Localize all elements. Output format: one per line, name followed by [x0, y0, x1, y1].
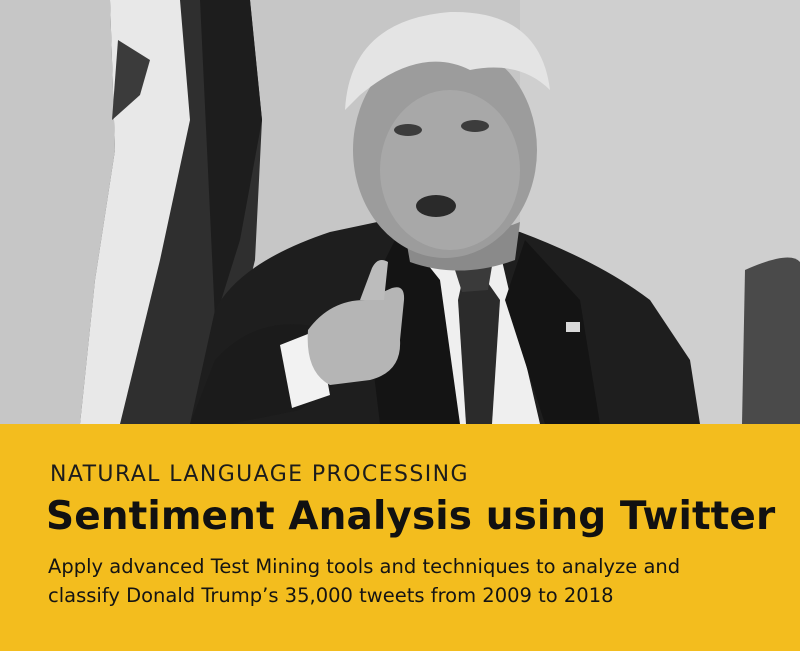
title-banner: NATURAL LANGUAGE PROCESSING Sentiment An… — [0, 424, 800, 651]
category-label: NATURAL LANGUAGE PROCESSING — [50, 462, 469, 487]
hero-photo — [0, 0, 800, 424]
course-card[interactable]: NATURAL LANGUAGE PROCESSING Sentiment An… — [0, 0, 800, 651]
description-line: classify Donald Trump’s 35,000 tweets fr… — [48, 584, 614, 607]
description-line: Apply advanced Test Mining tools and tec… — [48, 555, 681, 578]
course-title[interactable]: Sentiment Analysis using Twitter — [46, 494, 775, 539]
course-description: Apply advanced Test Mining tools and tec… — [48, 552, 778, 610]
